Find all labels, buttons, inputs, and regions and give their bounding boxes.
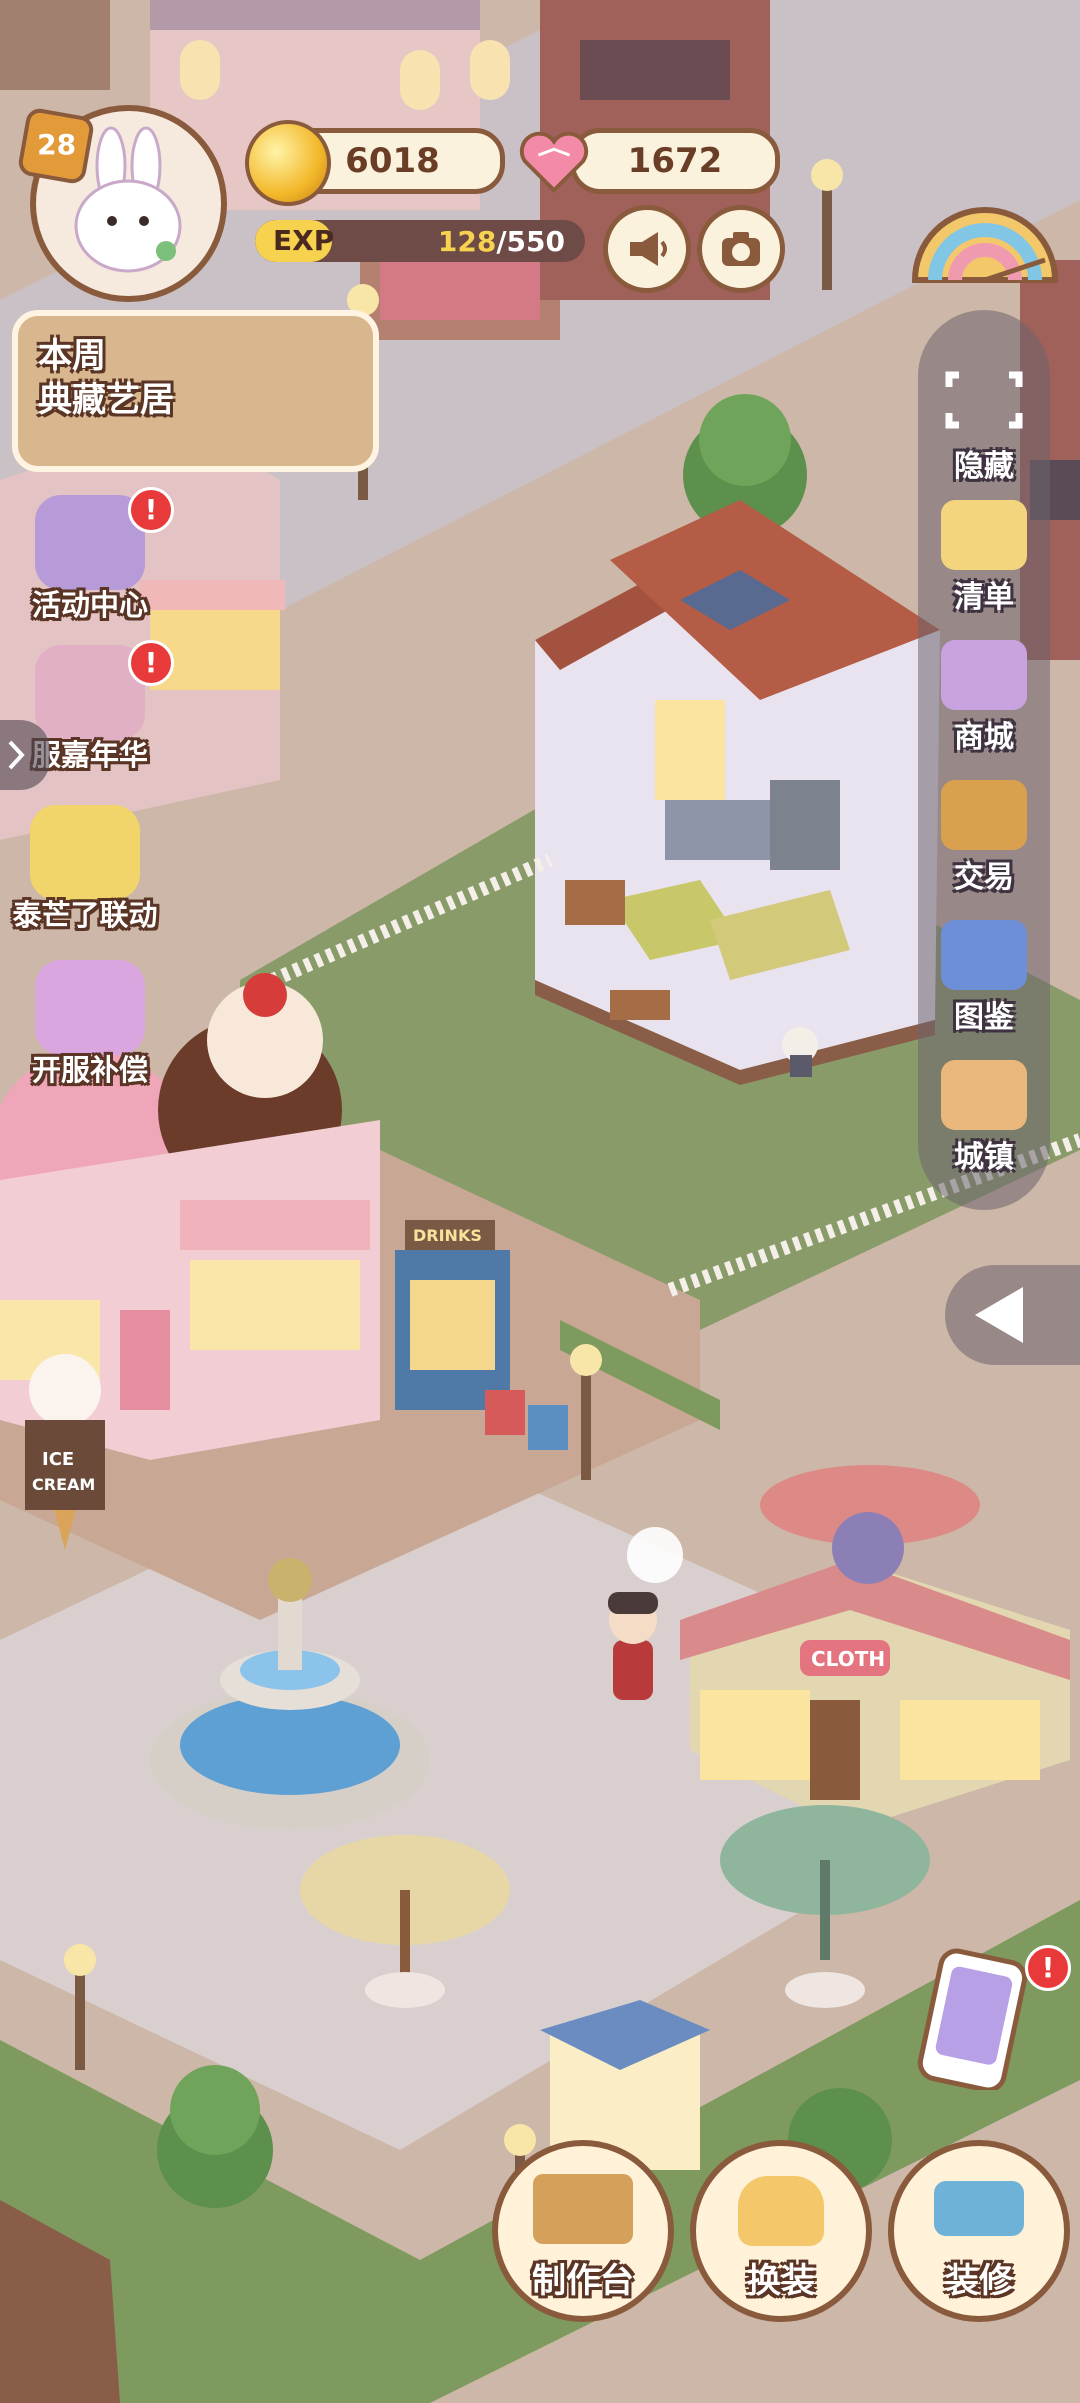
menu-collab-event[interactable]: 泰芒了联动 — [0, 805, 170, 934]
carnival-alert-badge: ! — [128, 640, 174, 686]
level-badge: 28 — [16, 106, 96, 186]
checklist-label: 清单 — [954, 580, 1014, 615]
collection-label: 图鉴 — [954, 1000, 1014, 1035]
camera-button[interactable] — [697, 205, 785, 293]
drinks-sign-text: DRINKS — [413, 1226, 482, 1245]
exp-current: 128 — [437, 225, 497, 258]
banner-line2: 典藏艺居 — [38, 380, 174, 420]
exp-separator: / — [496, 225, 507, 258]
hearts-counter[interactable]: 1672 — [570, 128, 780, 194]
menu-trade[interactable]: 交易 — [918, 780, 1050, 896]
collapse-panel-button[interactable] — [945, 1265, 1080, 1365]
phone-alert-badge: ! — [1025, 1945, 1071, 1991]
fullscreen-corners-icon — [945, 371, 1023, 429]
mango-character-icon — [30, 805, 140, 900]
exp-bar: EXP 128/550 — [255, 220, 585, 262]
hearts-value: 1672 — [627, 141, 723, 181]
menu-town[interactable]: 城镇 — [918, 1060, 1050, 1176]
announcement-button[interactable] — [603, 205, 691, 293]
decorate-button[interactable]: 装修 — [888, 2140, 1070, 2322]
paint-roller-icon — [934, 2181, 1024, 2236]
crafting-label: 制作台 — [532, 2261, 634, 2301]
collab-label: 泰芒了联动 — [12, 898, 158, 932]
theme-fan-icon[interactable] — [905, 190, 1065, 300]
phone-icon — [917, 1948, 1028, 2093]
activity-alert-badge: ! — [128, 487, 174, 533]
compensation-label: 开服补偿 — [31, 1053, 148, 1087]
right-menu-panel: 隐藏 清单 商城 交易 图鉴 城镇 — [918, 310, 1050, 1210]
exp-label: EXP — [273, 224, 335, 257]
menu-hide[interactable]: 隐藏 — [918, 365, 1050, 485]
town-label: 城镇 — [954, 1140, 1014, 1175]
present-box-icon — [35, 960, 145, 1055]
cream-sign-text: CREAM — [32, 1475, 95, 1494]
hide-label: 隐藏 — [954, 449, 1014, 484]
level-text: 28 — [36, 128, 76, 162]
checklist-icon — [941, 500, 1027, 570]
banner-line1: 本周 — [38, 336, 106, 376]
outfit-label: 换装 — [747, 2261, 815, 2301]
storefront-icon — [941, 640, 1027, 710]
castle-icon — [941, 1060, 1027, 1130]
exp-max: 550 — [506, 225, 565, 258]
camera-icon — [722, 232, 760, 266]
menu-checklist[interactable]: 清单 — [918, 500, 1050, 616]
activity-center-label: 活动中心 — [31, 588, 148, 622]
ice-sign-text: ICE — [42, 1449, 74, 1470]
trade-label: 交易 — [954, 860, 1014, 895]
menu-collection[interactable]: 图鉴 — [918, 920, 1050, 1036]
toast-outfit-icon — [738, 2176, 824, 2246]
phone-button[interactable] — [910, 1930, 1030, 2093]
coins-value: 6018 — [345, 141, 440, 181]
side-drawer-toggle[interactable] — [0, 720, 50, 790]
cloth-sign-text: CLOTH — [811, 1647, 885, 1671]
coin-icon — [245, 120, 331, 206]
triangle-left-icon — [975, 1287, 1023, 1343]
workbench-icon — [533, 2174, 633, 2244]
decorate-label: 装修 — [945, 2261, 1013, 2301]
menu-compensation[interactable]: 开服补偿 — [5, 960, 175, 1089]
shop-label: 商城 — [954, 720, 1014, 755]
double-chevron-right-icon — [8, 740, 25, 770]
outfit-button[interactable]: 换装 — [690, 2140, 872, 2322]
menu-shop[interactable]: 商城 — [918, 640, 1050, 756]
star-book-icon — [941, 920, 1027, 990]
megaphone-icon — [630, 232, 667, 266]
crafting-table-button[interactable]: 制作台 — [492, 2140, 674, 2322]
wallet-icon — [941, 780, 1027, 850]
heart-gem-icon — [519, 131, 589, 194]
weekly-collection-banner[interactable]: 本周 典藏艺居 — [12, 310, 379, 472]
